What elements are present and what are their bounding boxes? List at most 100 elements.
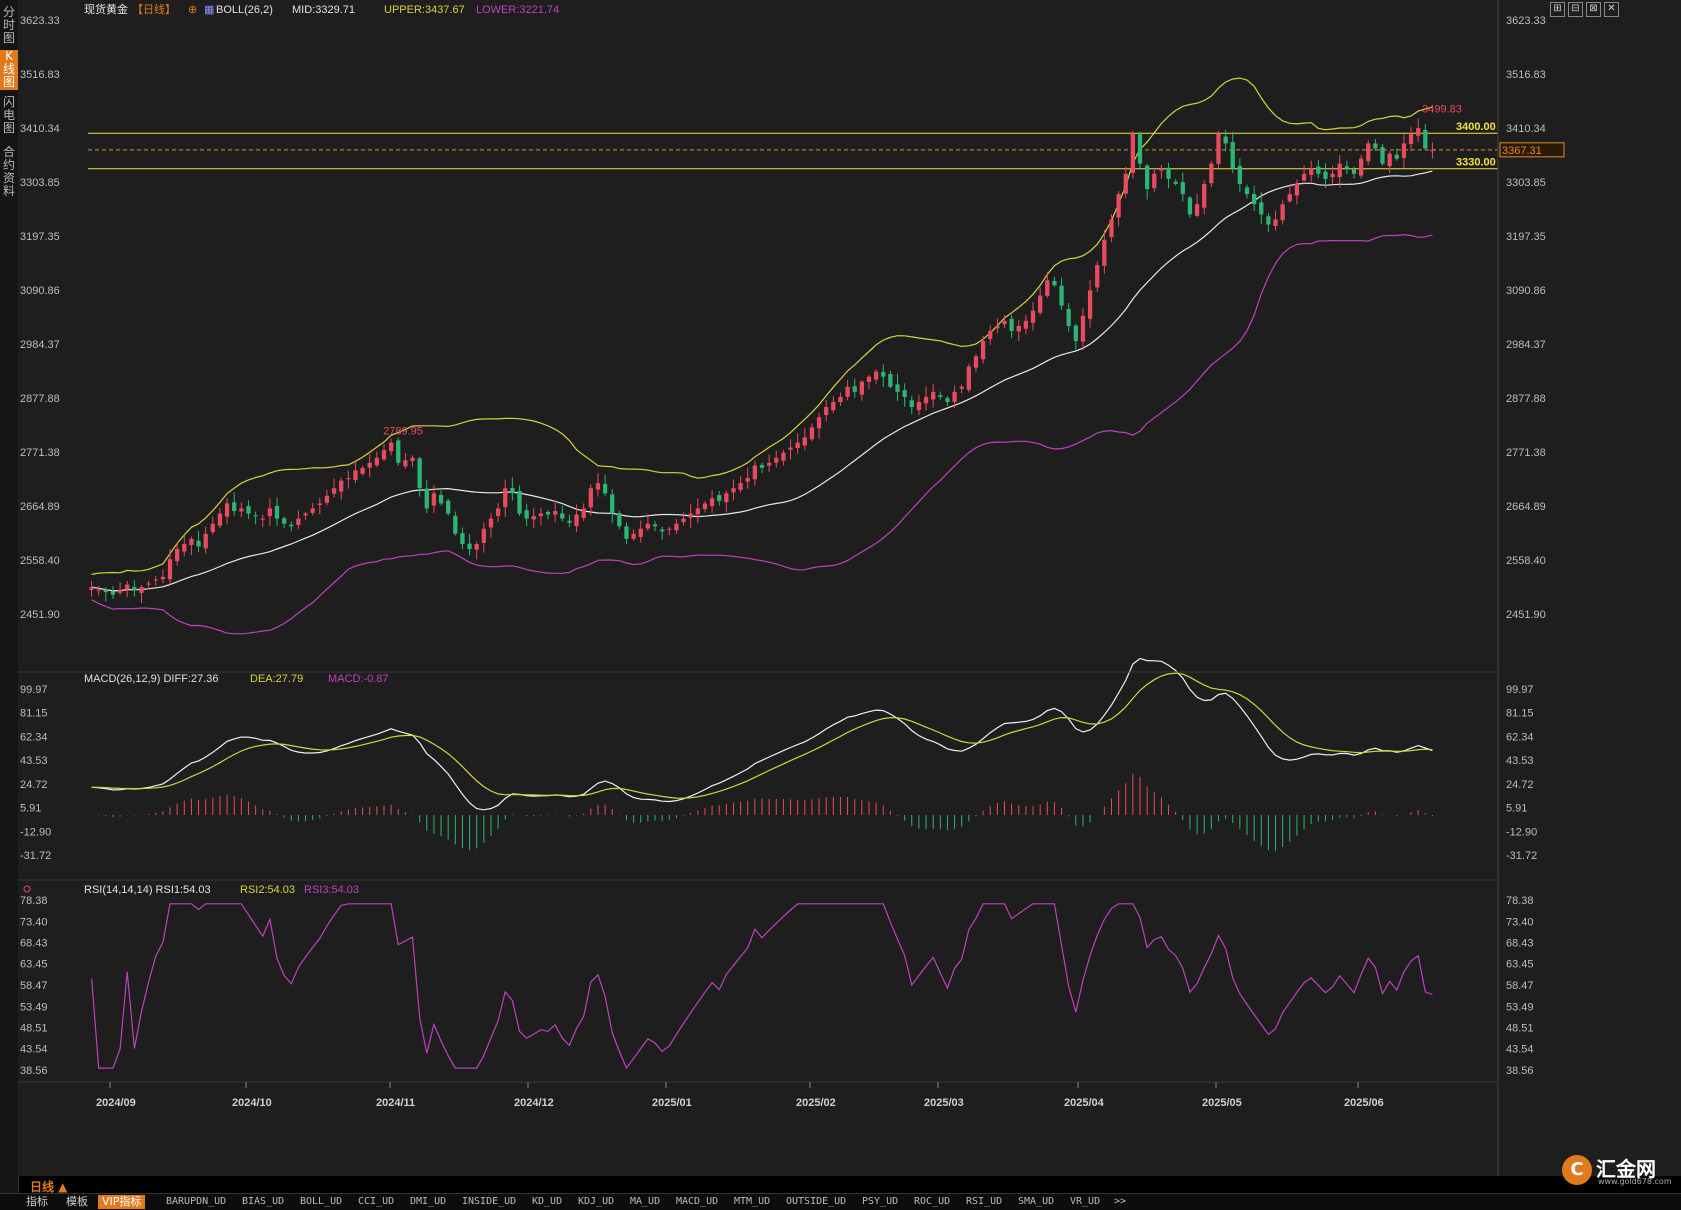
rsi-axis-label-left: 73.40 xyxy=(20,916,48,928)
macd-axis-label-right: 62.34 xyxy=(1506,731,1534,743)
candle-body xyxy=(952,391,957,403)
site-logo: C 汇金网 www.gold678.com xyxy=(1562,1153,1672,1189)
candle-body xyxy=(503,488,508,508)
rsi3-value: RSI3:54.03 xyxy=(304,884,359,896)
tab-timeshare[interactable]: 分时图 xyxy=(0,6,18,46)
date-axis-label: 2024/10 xyxy=(232,1097,272,1109)
macd-title: MACD(26,12,9) DIFF:27.36 xyxy=(84,673,219,685)
tab-kline[interactable]: K线图 xyxy=(0,50,18,90)
tab-flash[interactable]: 闪电图 xyxy=(0,96,18,136)
candle-body xyxy=(1137,134,1143,164)
candle-body xyxy=(1330,173,1335,178)
candle-body xyxy=(1087,290,1093,319)
price-axis-label-left: 3090.86 xyxy=(20,285,60,297)
tab-contract-info[interactable]: 合约资料 xyxy=(0,146,18,200)
candle-body xyxy=(303,513,308,516)
indicator-psy[interactable]: PSY_UD xyxy=(862,1195,898,1209)
candle-body xyxy=(873,371,879,380)
zoom-out-icon[interactable]: ⊠ xyxy=(1586,2,1601,17)
indicator-roc[interactable]: ROC_UD xyxy=(914,1195,950,1209)
candle-body xyxy=(966,366,971,390)
candle-body xyxy=(1102,239,1107,266)
candle-body xyxy=(1030,310,1036,323)
candle-body xyxy=(667,528,672,530)
indicator-barupdn[interactable]: BARUPDN_UD xyxy=(166,1195,226,1209)
candle-body xyxy=(902,390,907,397)
candle-body xyxy=(438,494,444,504)
candle-body xyxy=(310,508,315,513)
candle-body xyxy=(1273,219,1278,226)
candle-body xyxy=(331,488,337,494)
indicator-kd[interactable]: KD_UD xyxy=(532,1195,562,1209)
indicator-macd[interactable]: MACD_UD xyxy=(676,1195,718,1209)
macd-dea: DEA:27.79 xyxy=(250,673,303,685)
indicator-bias[interactable]: BIAS_UD xyxy=(242,1195,284,1209)
candle-body xyxy=(724,493,729,503)
rsi-axis-label-right: 43.54 xyxy=(1506,1044,1534,1056)
indicator-vr[interactable]: VR_UD xyxy=(1070,1195,1100,1209)
price-axis-label-right: 3410.34 xyxy=(1506,123,1546,135)
zoom-in-icon[interactable]: ⊟ xyxy=(1568,2,1583,17)
crosshair-icon[interactable]: ⊞ xyxy=(1550,2,1565,17)
candle-body xyxy=(1301,173,1307,181)
candle-body xyxy=(781,452,786,461)
tab-vip-indicators[interactable]: VIP指标 xyxy=(98,1195,146,1209)
candle-body xyxy=(417,458,422,489)
macd-value: MACD:-0.87 xyxy=(328,673,389,685)
indicator-ma[interactable]: MA_UD xyxy=(630,1195,660,1209)
candle-body xyxy=(360,467,365,474)
candle-body xyxy=(1059,285,1064,306)
candle-body xyxy=(1394,154,1399,159)
candle-body xyxy=(246,506,251,514)
candle-body xyxy=(203,533,208,549)
indicator-mtm[interactable]: MTM_UD xyxy=(734,1195,770,1209)
indicator-dmi[interactable]: DMI_UD xyxy=(410,1195,446,1209)
candle-body xyxy=(709,498,715,507)
candle-body xyxy=(809,427,815,440)
candle-body xyxy=(1351,169,1357,174)
indicator-cci[interactable]: CCI_UD xyxy=(358,1195,394,1209)
rsi-axis-label-left: 38.56 xyxy=(20,1065,48,1077)
tab-indicators[interactable]: 指标 xyxy=(26,1195,48,1209)
tab-kline-label: K线图 xyxy=(2,49,15,89)
candle-body xyxy=(317,503,322,505)
candle-body xyxy=(467,543,472,550)
candle-body xyxy=(888,373,893,387)
candle-body xyxy=(745,478,750,482)
candle-body xyxy=(510,487,515,494)
candle-body xyxy=(267,508,273,517)
candle-body xyxy=(410,457,415,461)
candle-body xyxy=(1294,183,1300,196)
tab-templates[interactable]: 模板 xyxy=(66,1195,88,1209)
candle-body xyxy=(574,514,579,527)
close-icon[interactable]: ✕ xyxy=(1604,2,1619,17)
candle-body xyxy=(495,508,501,516)
price-axis-label-right: 2664.89 xyxy=(1506,501,1546,513)
candle-body xyxy=(831,401,836,411)
date-axis-label: 2025/01 xyxy=(652,1097,692,1109)
candle-body xyxy=(1073,325,1078,342)
candle-body xyxy=(959,386,964,389)
candle-body xyxy=(560,513,565,519)
candle-body xyxy=(453,515,458,534)
kline-chart[interactable]: 3400.00 3330.00 3367.31 MACD(26,12,9) DIFF… xyxy=(18,0,1681,1176)
indicator-inside[interactable]: INSIDE_UD xyxy=(462,1195,516,1209)
candle-body xyxy=(688,513,693,518)
candle-body xyxy=(96,589,101,591)
candle-body xyxy=(524,510,529,519)
candle-body xyxy=(281,518,287,524)
macd-axis-label-right: 5.91 xyxy=(1506,803,1527,815)
indicator-outside[interactable]: OUTSIDE_UD xyxy=(786,1195,846,1209)
candle-body xyxy=(339,480,344,492)
candle-body xyxy=(945,398,950,402)
candle-body xyxy=(788,447,793,450)
indicator-boll[interactable]: BOLL_UD xyxy=(300,1195,342,1209)
indicator-kdj[interactable]: KDJ_UD xyxy=(578,1195,614,1209)
indicator-sma[interactable]: SMA_UD xyxy=(1018,1195,1054,1209)
more-indicators-button[interactable]: >> xyxy=(1114,1195,1126,1209)
candle-body xyxy=(125,584,130,590)
candle-body xyxy=(567,520,572,523)
macd-axis-label-right: -12.90 xyxy=(1506,826,1537,838)
indicator-rsi[interactable]: RSI_UD xyxy=(966,1195,1002,1209)
candle-body xyxy=(717,495,722,501)
